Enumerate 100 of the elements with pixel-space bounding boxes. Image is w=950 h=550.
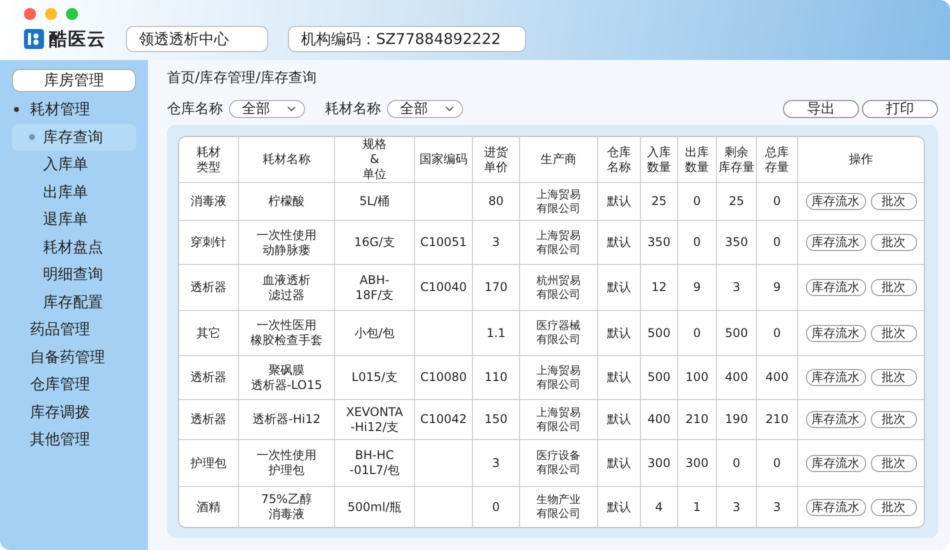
sidebar-item[interactable]: 药品管理 <box>12 316 136 344</box>
table-cell: 0 <box>773 326 781 340</box>
table-cell: 300 <box>686 456 708 470</box>
table-cell: 有限公司 <box>536 507 580 521</box>
column-header: 操作 <box>849 152 873 167</box>
sidebar-subitem[interactable]: 退库单 <box>12 206 136 234</box>
table-cell: 血液透析 <box>262 272 310 288</box>
sidebar-item[interactable]: 库存调拨 <box>12 398 136 426</box>
row-action-button[interactable]: 库存流水 <box>806 411 866 428</box>
close-icon[interactable] <box>24 8 36 20</box>
table-cell: 3 <box>732 500 740 514</box>
row-action-button[interactable]: 批次 <box>870 411 916 428</box>
table-cell: 上海贸易 <box>536 364 580 378</box>
table-cell: 400 <box>648 412 670 427</box>
action-button[interactable]: 导出 <box>783 100 859 118</box>
filter-dropdown[interactable]: 全部 <box>229 100 305 118</box>
column-header: 仓库 <box>607 144 631 160</box>
table-cell: 橡胶检查手套 <box>250 333 322 348</box>
row-action-button[interactable]: 批次 <box>870 498 916 516</box>
table-cell: 0 <box>693 326 701 340</box>
table-cell: 默认 <box>607 412 631 427</box>
sidebar-subitem[interactable]: 明细查询 <box>12 261 136 288</box>
table-cell: 杭州贸易 <box>536 274 580 288</box>
filter-dropdown[interactable]: 全部 <box>387 100 463 118</box>
table-cell: 有限公司 <box>536 420 580 434</box>
column-header: 名称 <box>607 160 631 174</box>
sidebar-item[interactable]: 其他管理 <box>12 426 136 454</box>
column-header: 剩余 <box>724 144 748 160</box>
table-cell: 酒精 <box>196 500 220 514</box>
filter-label: 仓库名称 <box>167 100 223 118</box>
column-header: 进货 <box>484 144 508 160</box>
table-cell: 滤过器 <box>268 288 304 302</box>
sidebar-item[interactable]: 耗材管理 <box>12 96 136 124</box>
table-cell: 9 <box>693 280 701 295</box>
table-cell: 默认 <box>607 235 631 250</box>
table-cell: XEVONTA <box>346 404 403 420</box>
table-cell: 3 <box>492 235 500 250</box>
table-cell: 透析器 <box>190 280 226 295</box>
table-cell: 聚砜膜 <box>268 362 304 378</box>
table-cell: 0 <box>693 194 701 209</box>
table-cell: 默认 <box>607 456 631 470</box>
row-action-button[interactable]: 批次 <box>870 454 916 472</box>
table-cell: 有限公司 <box>536 463 580 477</box>
sidebar-subitem[interactable]: 库存配置 <box>12 288 136 316</box>
table-cell: 护理包 <box>268 463 304 478</box>
table-cell: 170 <box>484 280 508 295</box>
table-cell: 柠檬酸 <box>268 194 304 209</box>
row-action-button[interactable]: 库存流水 <box>806 279 866 296</box>
table-cell: 0 <box>773 235 781 250</box>
row-action-button[interactable]: 库存流水 <box>806 369 866 386</box>
table-cell: 25 <box>651 194 667 209</box>
table-cell: 0 <box>732 456 740 470</box>
table-cell: 医疗器械 <box>536 319 580 333</box>
column-header: 单位 <box>362 167 386 182</box>
sidebar-subitem[interactable]: 入库单 <box>12 151 136 178</box>
breadcrumb: 首页/库存管理/库存查询 <box>167 69 318 87</box>
table-cell: 1 <box>693 500 701 514</box>
table-cell: 25 <box>728 194 744 209</box>
row-action-button[interactable]: 库存流水 <box>806 454 866 472</box>
table-cell: 210 <box>686 412 708 427</box>
sidebar-item[interactable]: 仓库管理 <box>12 371 136 398</box>
row-action-button[interactable]: 库存流水 <box>806 498 866 516</box>
sidebar-item[interactable]: 自备药管理 <box>12 344 136 371</box>
logo-icon <box>24 29 44 49</box>
column-header: 入库 <box>647 144 671 160</box>
table-cell: 150 <box>484 412 508 427</box>
table-cell: 一次性使用 <box>256 448 316 463</box>
sidebar-subitem[interactable]: 出库单 <box>12 178 136 206</box>
table-cell: C10042 <box>420 412 467 427</box>
row-action-button[interactable]: 批次 <box>870 234 916 251</box>
org-name: 领透透析中心 <box>126 26 268 52</box>
table-cell: 18F/支 <box>355 288 394 302</box>
maximize-icon[interactable] <box>66 8 78 20</box>
table-cell: 一次性医用 <box>256 318 316 333</box>
action-button[interactable]: 打印 <box>862 100 938 118</box>
row-action-button[interactable]: 批次 <box>870 324 916 342</box>
table-cell: 400 <box>725 370 748 385</box>
row-action-button[interactable]: 库存流水 <box>806 193 866 210</box>
sidebar-subitem[interactable]: 耗材盘点 <box>12 234 136 261</box>
table-cell: 护理包 <box>190 456 226 470</box>
table-cell: 穿刺针 <box>190 235 226 250</box>
table-cell: 透析器 <box>190 412 226 427</box>
org-code: 机构编码：SZ77884892222 <box>288 26 526 52</box>
column-header: & <box>370 152 380 167</box>
minimize-icon[interactable] <box>45 8 57 20</box>
table-cell: C10040 <box>420 280 467 295</box>
row-action-button[interactable]: 库存流水 <box>806 234 866 251</box>
sidebar-subitem[interactable]: 库存查询 <box>12 124 136 151</box>
row-action-button[interactable]: 库存流水 <box>806 324 866 342</box>
row-action-button[interactable]: 批次 <box>870 279 916 296</box>
table-cell: 3 <box>732 280 740 295</box>
table-cell: 透析器-Hi12 <box>252 412 320 427</box>
row-action-button[interactable]: 批次 <box>870 369 916 386</box>
table-cell: 动静脉瘘 <box>262 242 310 258</box>
table-cell: 9 <box>773 280 781 295</box>
table-cell: 默认 <box>607 500 631 514</box>
column-header: 国家编码 <box>420 152 468 167</box>
table-cell: 100 <box>686 370 708 385</box>
table-cell: 消毒液 <box>268 507 304 522</box>
row-action-button[interactable]: 批次 <box>870 193 916 210</box>
